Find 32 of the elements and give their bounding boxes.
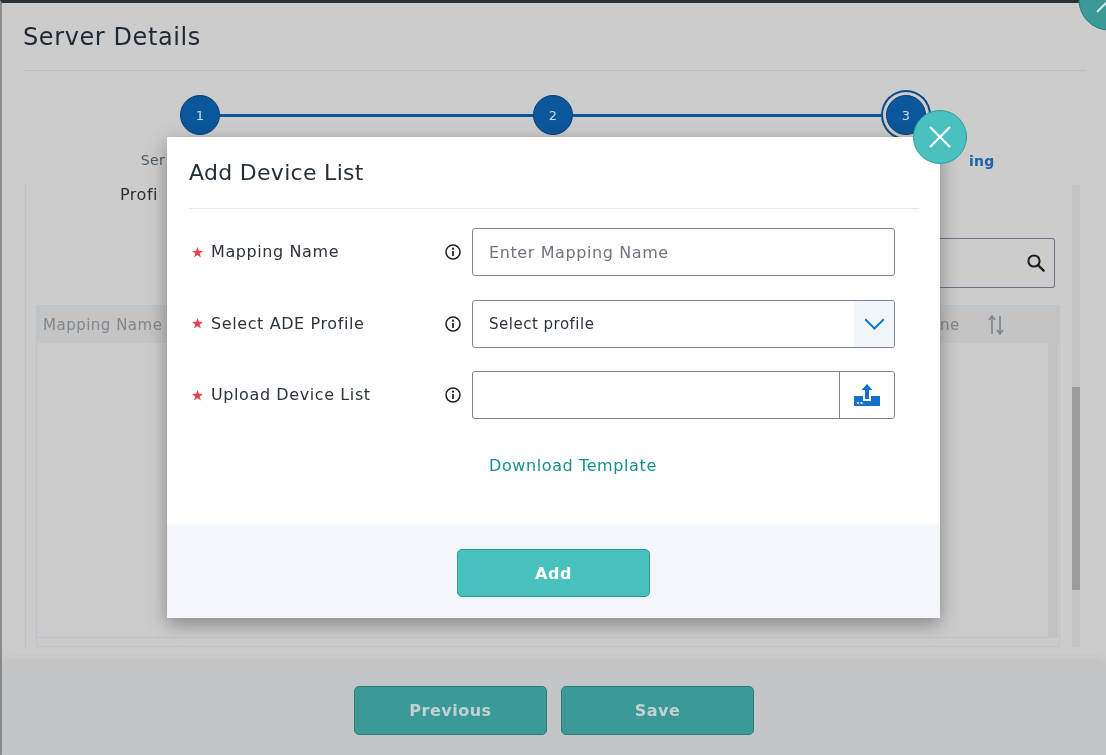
input-field[interactable]: Enter Mapping Name <box>472 228 895 276</box>
previous-button[interactable]: Previous <box>354 686 547 735</box>
dialog-title: Add Device List <box>189 159 364 187</box>
upload-icon <box>854 384 880 406</box>
info-icon[interactable] <box>445 244 461 260</box>
field-label: Mapping Name <box>211 242 340 262</box>
download-link[interactable]: Download Template <box>489 456 657 476</box>
scrollbar-thumb[interactable] <box>1072 387 1080 590</box>
close-icon <box>929 126 951 148</box>
scrollbar[interactable] <box>1072 185 1080 647</box>
upload-button[interactable] <box>839 372 894 418</box>
column-header[interactable]: ne <box>940 315 960 334</box>
field-label: Select ADE Profile <box>211 313 365 334</box>
step-label: ing <box>969 152 995 170</box>
section-label: Profi <box>120 185 158 205</box>
column-header[interactable]: Mapping Name <box>43 315 163 334</box>
add-button[interactable]: Add <box>457 549 650 597</box>
field-label: Upload Device List <box>211 385 371 405</box>
info-icon[interactable] <box>445 387 461 403</box>
step-indicator: 1 <box>180 95 220 135</box>
close-button[interactable] <box>1077 0 1106 31</box>
chevron-icon <box>863 317 885 330</box>
step-label: Ser <box>140 151 165 170</box>
dropdown-button[interactable] <box>854 300 894 347</box>
select-field[interactable]: Select profile <box>472 299 895 348</box>
info-icon[interactable] <box>445 315 461 332</box>
save-button[interactable]: Save <box>561 686 754 735</box>
dialog-title: Server Details <box>23 23 201 51</box>
sort-icon[interactable] <box>987 314 1004 335</box>
search-icon[interactable] <box>1027 254 1045 272</box>
file-field[interactable] <box>472 371 895 419</box>
step-indicator: 2 <box>533 95 573 135</box>
